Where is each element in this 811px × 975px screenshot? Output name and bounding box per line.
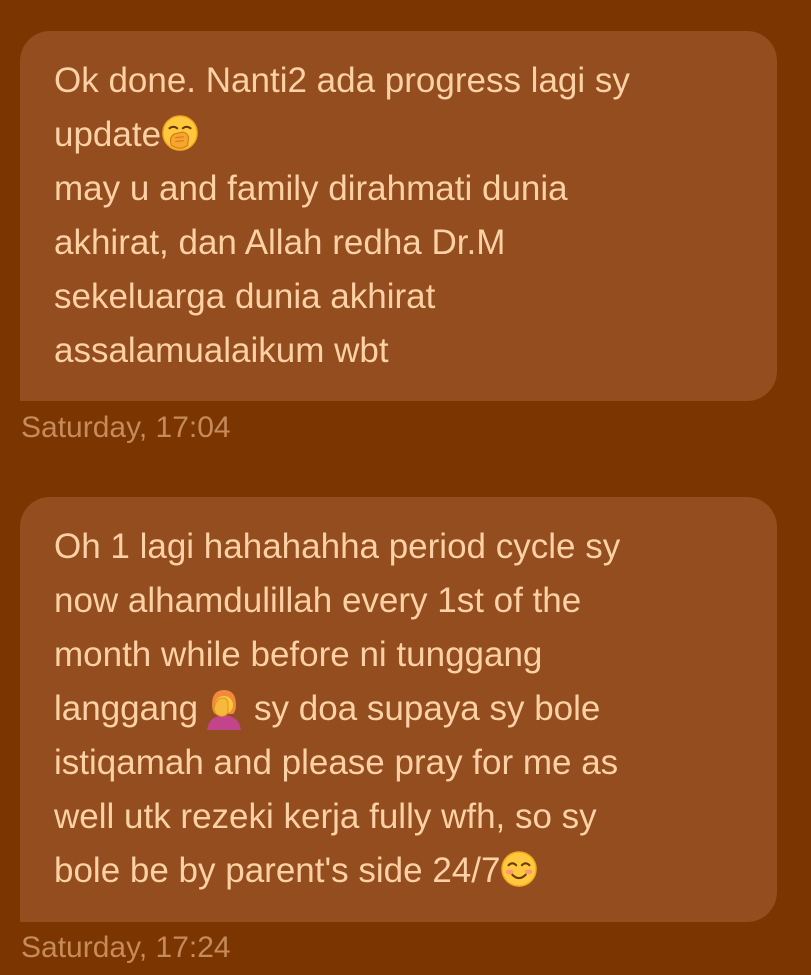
message-line: update — [54, 108, 757, 162]
message-line: Oh 1 lagi hahahahha period cycle sy — [54, 527, 621, 566]
message-line: akhirat, dan Allah redha Dr.M — [54, 223, 506, 262]
message-text: langgang — [54, 689, 199, 728]
message-bubble[interactable]: Oh 1 lagi hahahahha period cycle sy now … — [20, 497, 777, 922]
message-line: Ok done. Nanti2 ada progress lagi sy — [54, 61, 630, 100]
message-line: istiqamah and please pray for me as — [54, 743, 619, 782]
message-timestamp: Saturday, 17:24 — [21, 931, 231, 964]
message-line: langgang sy doa supaya sy bole — [54, 682, 757, 736]
message-timestamp: Saturday, 17:04 — [21, 411, 231, 444]
message-line: month while before ni tunggang — [54, 635, 543, 674]
message-line: sekeluarga dunia akhirat — [54, 277, 436, 316]
message-text: bole be by parent's side 24/7 — [54, 851, 501, 890]
message-line: bole be by parent's side 24/7 — [54, 844, 757, 898]
message-text: sy doa supaya sy bole — [254, 689, 601, 728]
message-text: update — [54, 115, 162, 154]
message-line: well utk rezeki kerja fully wfh, so sy — [54, 797, 597, 836]
message-line: now alhamdulillah every 1st of the — [54, 581, 582, 620]
hand-over-mouth-emoji — [162, 115, 198, 151]
message-line: assalamualaikum wbt — [54, 331, 389, 370]
facepalm-emoji — [207, 690, 242, 730]
smiling-blush-emoji — [501, 851, 538, 887]
message-bubble[interactable]: Ok done. Nanti2 ada progress lagi sy upd… — [20, 31, 777, 401]
message-line: may u and family dirahmati dunia — [54, 169, 568, 208]
